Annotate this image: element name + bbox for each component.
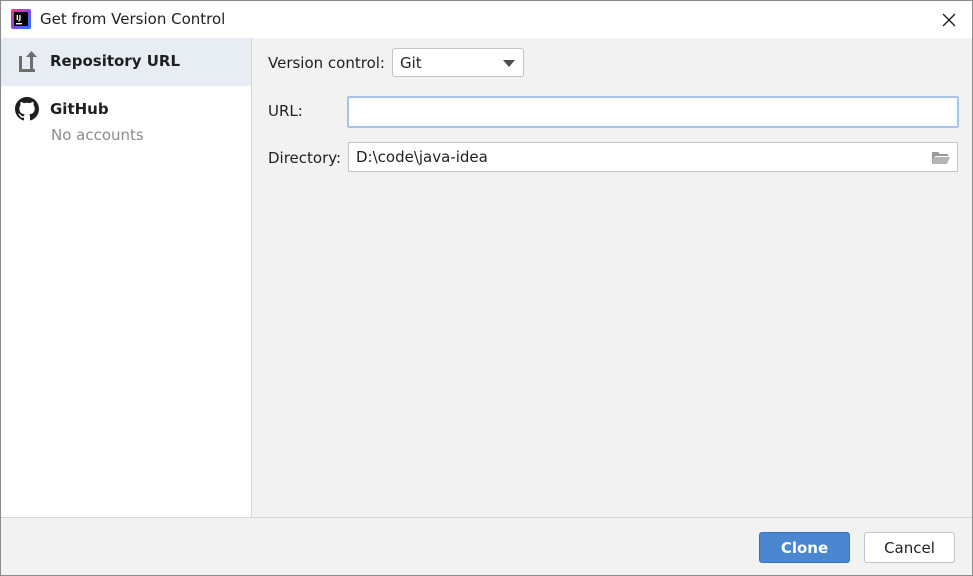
close-button[interactable] bbox=[926, 1, 972, 38]
cancel-button[interactable]: Cancel bbox=[864, 532, 955, 563]
url-label: URL: bbox=[268, 102, 303, 120]
github-icon bbox=[15, 97, 39, 121]
dialog-footer: Clone Cancel bbox=[1, 517, 972, 575]
close-icon bbox=[942, 13, 956, 26]
directory-input[interactable] bbox=[349, 143, 924, 171]
dialog-window: IJ Get from Version Control Repository U… bbox=[0, 0, 973, 576]
dialog-title: Get from Version Control bbox=[40, 10, 226, 28]
form-panel: Version control: Git URL: Directory: bbox=[252, 38, 972, 517]
version-control-value: Git bbox=[400, 54, 422, 72]
directory-field bbox=[348, 142, 958, 172]
sidebar-item-label: GitHub bbox=[50, 100, 109, 118]
intellij-idea-icon: IJ bbox=[11, 9, 31, 29]
sidebar: Repository URL GitHub No accounts bbox=[1, 38, 252, 517]
title-bar: IJ Get from Version Control bbox=[1, 1, 972, 38]
version-control-label: Version control: bbox=[268, 54, 385, 72]
url-input[interactable] bbox=[347, 96, 959, 128]
sidebar-item-sublabel: No accounts bbox=[51, 126, 144, 144]
version-control-select[interactable]: Git bbox=[392, 48, 524, 77]
chevron-down-icon bbox=[503, 60, 515, 67]
repository-url-icon bbox=[19, 51, 37, 72]
sidebar-item-github[interactable]: GitHub No accounts bbox=[1, 86, 251, 148]
directory-label: Directory: bbox=[268, 149, 342, 167]
clone-button[interactable]: Clone bbox=[759, 532, 850, 563]
folder-open-icon[interactable] bbox=[931, 150, 951, 165]
sidebar-item-repository-url[interactable]: Repository URL bbox=[1, 38, 251, 86]
svg-text:IJ: IJ bbox=[16, 14, 21, 22]
sidebar-item-label: Repository URL bbox=[50, 52, 180, 70]
